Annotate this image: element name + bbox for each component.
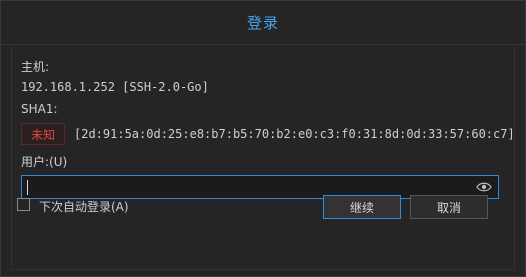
login-dialog: 登录 主机: 192.168.1.252 [SSH-2.0-Go] SHA1: …	[0, 0, 526, 277]
eye-icon[interactable]	[476, 181, 492, 193]
host-value: 192.168.1.252 [SSH-2.0-Go]	[21, 80, 209, 94]
dialog-title: 登录	[246, 14, 279, 32]
dialog-body: 主机: 192.168.1.252 [SSH-2.0-Go] SHA1: 未知 …	[11, 46, 515, 270]
cancel-button[interactable]: 取消	[410, 195, 488, 219]
dialog-titlebar: 登录	[1, 1, 525, 45]
user-label: 用户:(U)	[21, 155, 68, 169]
text-caret	[27, 180, 28, 195]
auto-login-label[interactable]: 下次自动登录(A)	[39, 198, 129, 215]
sha1-fingerprint-value: [2d:91:5a:0d:25:e8:b7:b5:70:b2:e0:c3:f0:…	[74, 127, 515, 141]
unknown-status-badge: 未知	[21, 123, 65, 145]
sha1-label: SHA1:	[21, 102, 58, 116]
host-label: 主机:	[21, 60, 50, 74]
continue-button[interactable]: 继续	[323, 195, 401, 219]
auto-login-checkbox[interactable]	[17, 198, 30, 211]
